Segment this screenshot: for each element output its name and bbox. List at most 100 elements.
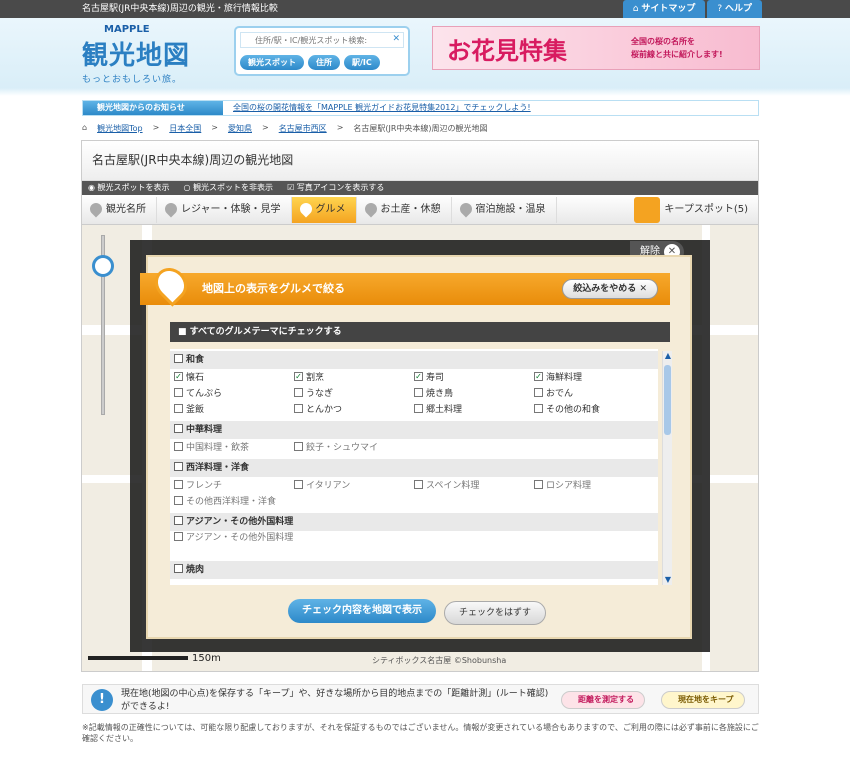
top-bar: 名古屋駅(JR中央本線)周辺の観光・旅行情報比較 ⌂ サイトマップ ? ヘルプ <box>0 0 850 18</box>
search-address-button[interactable]: 住所 <box>308 55 340 70</box>
zoom-slider[interactable] <box>92 235 114 415</box>
breadcrumb-nishi-ku[interactable]: 名古屋市西区 <box>279 123 327 135</box>
category-checkbox[interactable] <box>174 564 183 573</box>
measure-distance-button[interactable]: 距離を測定する <box>561 691 645 709</box>
list-scrollbar[interactable]: ▲ ▼ <box>662 351 672 585</box>
scroll-thumb[interactable] <box>664 365 671 435</box>
uncheck-all-button[interactable]: チェックをはずす <box>444 601 547 625</box>
category-checkbox[interactable] <box>174 516 183 525</box>
info-text: 現在地(地図の中心点)を保存する「キープ」や、好きな場所から目的地点までの「距離… <box>121 689 549 712</box>
news-label: 観光地図からのお知らせ <box>83 101 223 115</box>
category-header[interactable]: 焼肉 <box>170 561 658 579</box>
category-header[interactable]: 西洋料理・洋食 <box>170 459 658 477</box>
dialog-header: 地図上の表示をグルメで絞る 絞込みをやめる ✕ <box>140 261 670 307</box>
category-header[interactable]: 中華料理 <box>170 421 658 439</box>
map-copyright: シティボックス名古屋 ©Shobunsha <box>372 656 507 665</box>
list-item[interactable]: イタリアン <box>290 478 410 494</box>
page-heading: 名古屋駅(JR中央本線)周辺の観光・旅行情報比較 <box>82 4 278 14</box>
tab-lodging[interactable]: 宿泊施設・温泉 <box>452 196 557 223</box>
tab-leisure[interactable]: レジャー・体験・見学 <box>157 196 292 223</box>
site-logo[interactable]: MAPPLE 観光地図 もっとおもしろい旅。 <box>82 24 222 85</box>
map-scale: 150m <box>88 653 221 664</box>
list-item[interactable]: スペイン料理 <box>410 478 530 494</box>
gourmet-filter-dialog: 地図上の表示をグルメで絞る 絞込みをやめる ✕ ■ すべてのグルメテーマにチェッ… <box>140 255 692 639</box>
logo-tagline: もっとおもしろい旅。 <box>82 75 183 85</box>
list-item[interactable]: 焼き鳥 <box>410 386 530 402</box>
category-tabs: 観光名所 レジャー・体験・見学 グルメ お土産・休憩 宿泊施設・温泉 キープスポ… <box>82 195 758 225</box>
category-items: ✓ 懐石 ✓ 割烹 ✓ 寿司 ✓ 海鮮料理 てんぷら うなぎ 焼き鳥 おでん 釜飯 とん… <box>170 369 658 419</box>
theme-list: 和食 ✓ 懐石 ✓ 割烹 ✓ 寿司 ✓ 海鮮料理 てんぷら うなぎ 焼き鳥 おでん 釜飯… <box>170 349 658 585</box>
list-item[interactable]: 餃子・シュウマイ <box>290 440 420 456</box>
list-item[interactable]: てんぷら <box>170 386 290 402</box>
panel-title: 名古屋駅(JR中央本線)周辺の観光地図 <box>82 141 758 181</box>
search-input[interactable] <box>240 32 404 48</box>
list-item[interactable]: ロシア料理 <box>530 478 650 494</box>
category-checkbox[interactable] <box>174 354 183 363</box>
keep-location-button[interactable]: 現在地をキープ <box>661 691 745 709</box>
keep-spot-button[interactable]: キープスポット(5) <box>634 197 748 223</box>
category-checkbox[interactable] <box>174 424 183 433</box>
search-box: ⌕ ✕ 観光スポット 住所 駅/IC <box>234 26 410 76</box>
sitemap-link[interactable]: ⌂ サイトマップ <box>622 0 706 18</box>
list-item[interactable]: フレンチ <box>170 478 290 494</box>
shopping-bag-icon <box>634 197 661 223</box>
list-item[interactable]: おでん <box>530 386 650 402</box>
breadcrumb: ⌂ 観光地図Top > 日本全国 > 愛知県 > 名古屋市西区 > 名古屋駅(JR中央本… <box>82 123 488 135</box>
list-item[interactable]: ✓ 割烹 <box>290 370 410 386</box>
search-buttons: 観光スポット 住所 駅/IC <box>240 55 380 70</box>
top-links: ⌂ サイトマップ ? ヘルプ <box>622 0 762 18</box>
banner-subtitle: 全国の桜の名所を 桜前線と共に紹介します! <box>631 37 723 59</box>
logo-title: 観光地図 <box>82 41 191 71</box>
list-item[interactable]: アジアン・その他外国料理 <box>170 532 300 558</box>
list-item[interactable]: 郷土料理 <box>410 402 530 418</box>
dialog-buttons: チェック内容を地図で表示 チェックをはずす <box>288 599 547 625</box>
category-items: フレンチ イタリアン スペイン料理 ロシア料理 その他西洋料理・洋食 <box>170 477 658 511</box>
dialog-title: 地図上の表示をグルメで絞る <box>202 282 345 295</box>
magnifier-icon[interactable] <box>92 255 114 277</box>
news-link[interactable]: 全国の桜の開花情報を「MAPPLE 観光ガイドお花見特集2012」でチェックしよ… <box>233 102 531 113</box>
search-station-button[interactable]: 駅/IC <box>344 55 380 70</box>
breadcrumb-top[interactable]: 観光地図Top <box>97 123 143 135</box>
clear-icon[interactable]: ✕ <box>392 34 400 44</box>
sky-divider <box>0 88 850 96</box>
list-item[interactable]: とんかつ <box>290 402 410 418</box>
list-item[interactable]: その他の和食 <box>530 402 650 418</box>
option-hide-spots[interactable]: ○ 観光スポットを非表示 <box>184 181 274 195</box>
list-item[interactable]: うなぎ <box>290 386 410 402</box>
breadcrumb-current: 名古屋駅(JR中央本線)周辺の観光地図 <box>353 124 488 133</box>
category-items: 中国料理・飲茶 餃子・シュウマイ <box>170 439 658 457</box>
breadcrumb-aichi[interactable]: 愛知県 <box>228 123 252 135</box>
list-item[interactable]: 中国料理・飲茶 <box>170 440 290 456</box>
scroll-up-icon[interactable]: ▲ <box>663 351 673 361</box>
map-pin-icon <box>148 261 194 307</box>
stop-filter-button[interactable]: 絞込みをやめる ✕ <box>562 279 658 299</box>
help-link[interactable]: ? ヘルプ <box>707 0 762 18</box>
list-item[interactable]: その他西洋料理・洋食 <box>170 494 330 510</box>
tab-sightseeing[interactable]: 観光名所 <box>82 196 157 223</box>
exclamation-icon: ! <box>91 689 113 711</box>
cherry-blossom-banner[interactable]: お花見特集 全国の桜の名所を 桜前線と共に紹介します! <box>432 26 760 70</box>
check-all-bar[interactable]: ■ すべてのグルメテーマにチェックする <box>170 322 670 342</box>
category-checkbox[interactable] <box>174 462 183 471</box>
category-items: アジアン・その他外国料理 <box>170 531 658 559</box>
tab-gourmet[interactable]: グルメ <box>291 196 357 223</box>
category-header[interactable]: 和食 <box>170 351 658 369</box>
tab-souvenir[interactable]: お土産・休憩 <box>357 196 452 223</box>
option-photo-icons[interactable]: ☑ 写真アイコンを表示する <box>287 181 384 195</box>
news-bar: 観光地図からのお知らせ 全国の桜の開花情報を「MAPPLE 観光ガイドお花見特集… <box>82 100 759 116</box>
search-spot-button[interactable]: 観光スポット <box>240 55 304 70</box>
brand-name: MAPPLE <box>104 24 150 35</box>
category-header[interactable]: アジアン・その他外国料理 <box>170 513 658 531</box>
display-options: ◉ 観光スポットを表示 ○ 観光スポットを非表示 ☑ 写真アイコンを表示する <box>82 181 758 195</box>
apply-filter-button[interactable]: チェック内容を地図で表示 <box>288 599 436 623</box>
home-icon: ⌂ <box>82 123 88 132</box>
keep-spot-label: キープスポット(5) <box>664 204 748 215</box>
option-show-spots[interactable]: ◉ 観光スポットを表示 <box>88 181 170 195</box>
info-bar: ! 現在地(地図の中心点)を保存する「キープ」や、好きな場所から目的地点までの「… <box>82 684 759 714</box>
list-item[interactable]: ✓ 寿司 <box>410 370 530 386</box>
scroll-down-icon[interactable]: ▼ <box>663 575 673 585</box>
list-item[interactable]: ✓ 懐石 <box>170 370 290 386</box>
list-item[interactable]: ✓ 海鮮料理 <box>530 370 650 386</box>
breadcrumb-japan[interactable]: 日本全国 <box>169 123 201 135</box>
list-item[interactable]: 釜飯 <box>170 402 290 418</box>
